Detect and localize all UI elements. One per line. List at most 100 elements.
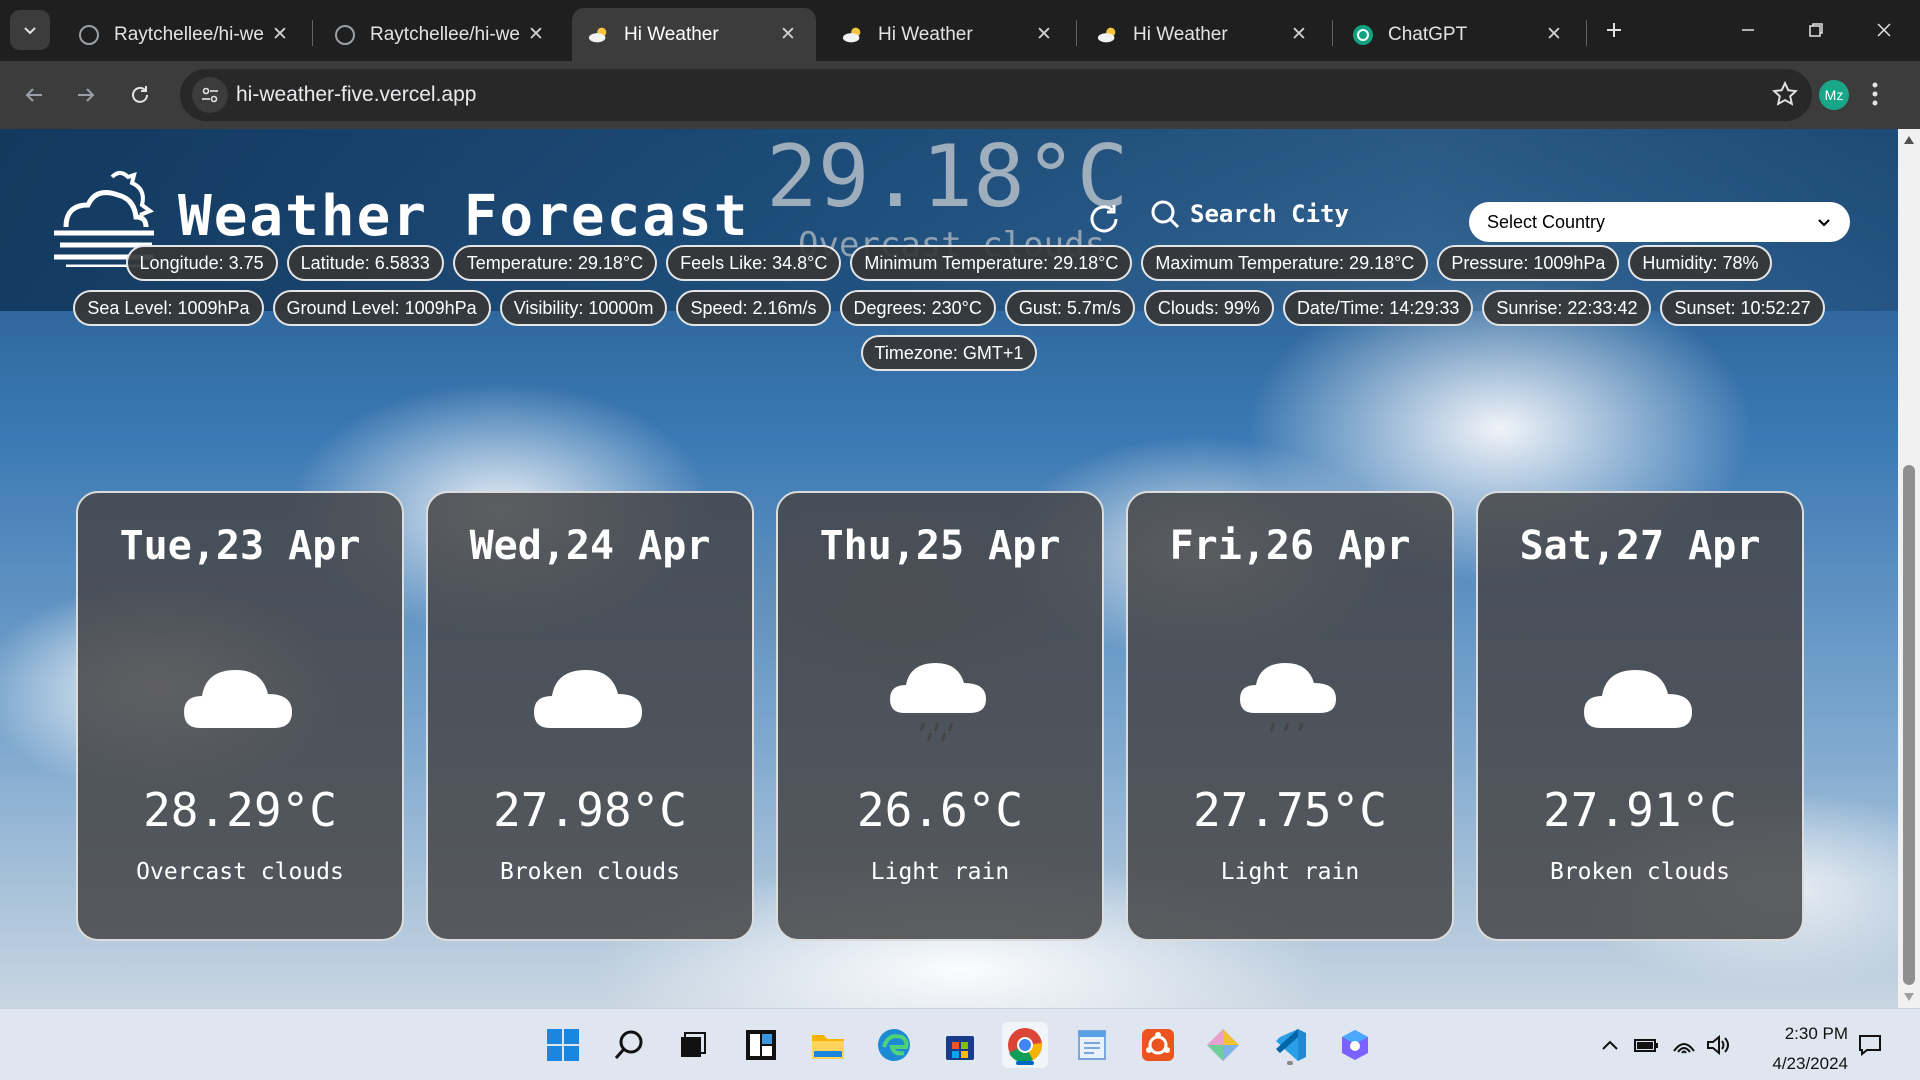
- close-icon[interactable]: ✕: [524, 23, 548, 47]
- temperature-chip: Temperature: 29.18°C: [452, 245, 658, 281]
- weather-icon: [842, 24, 864, 46]
- longitude-chip: Longitude: 3.75: [125, 245, 278, 281]
- copilot-app[interactable]: [1332, 1022, 1378, 1068]
- widgets-button[interactable]: [738, 1022, 784, 1068]
- forecast-temperature: 27.75°C: [1193, 783, 1387, 837]
- battery-icon[interactable]: [1632, 1031, 1660, 1059]
- wind-degrees-chip: Degrees: 230°C: [839, 290, 996, 326]
- tab-github-1[interactable]: Raytchellee/hi-we ✕: [62, 8, 308, 61]
- back-button[interactable]: [12, 73, 56, 117]
- close-icon: [1877, 23, 1891, 37]
- wifi-icon[interactable]: [1670, 1031, 1698, 1059]
- file-explorer-app[interactable]: [805, 1022, 851, 1068]
- details-row-2: Sea Level: 1009hPa Ground Level: 1009hPa…: [0, 290, 1898, 326]
- tab-hi-weather-3[interactable]: Hi Weather ✕: [1081, 8, 1327, 61]
- chevron-down-icon: [1818, 219, 1830, 227]
- min-temperature-chip: Minimum Temperature: 29.18°C: [850, 245, 1133, 281]
- weather-icon: [1097, 24, 1119, 46]
- browser-toolbar: hi-weather-five.vercel.app Mz: [0, 61, 1920, 129]
- new-tab-button[interactable]: [1598, 14, 1630, 46]
- sea-level-chip: Sea Level: 1009hPa: [73, 290, 264, 326]
- forecast-temperature: 27.98°C: [493, 783, 687, 837]
- details-row-1: Longitude: 3.75 Latitude: 6.5833 Tempera…: [0, 245, 1898, 281]
- cloud-icon: [1584, 670, 1692, 728]
- max-temperature-chip: Maximum Temperature: 29.18°C: [1141, 245, 1429, 281]
- reload-button[interactable]: [118, 73, 162, 117]
- clock-date: 4/23/2024: [1772, 1054, 1848, 1073]
- more-menu-icon[interactable]: [1872, 81, 1878, 107]
- tab-hi-weather-2[interactable]: Hi Weather ✕: [826, 8, 1072, 61]
- forward-button[interactable]: [64, 73, 108, 117]
- start-button[interactable]: [540, 1022, 586, 1068]
- volume-icon[interactable]: [1704, 1031, 1732, 1059]
- chrome-app[interactable]: [1002, 1022, 1048, 1068]
- vscode-app[interactable]: [1267, 1022, 1313, 1068]
- notepad-app[interactable]: [1069, 1022, 1115, 1068]
- windows-start-icon: [547, 1029, 579, 1061]
- restore-button[interactable]: [1788, 6, 1844, 54]
- close-icon[interactable]: ✕: [268, 23, 292, 47]
- forecast-date: Thu,25 Apr: [819, 523, 1061, 569]
- notification-icon[interactable]: [1856, 1031, 1884, 1059]
- tab-title: Hi Weather: [624, 23, 719, 45]
- folder-icon: [812, 1035, 844, 1059]
- close-icon[interactable]: ✕: [776, 23, 800, 47]
- github-icon: [334, 24, 356, 46]
- visibility-chip: Visibility: 10000m: [499, 290, 668, 326]
- wind-speed-chip: Speed: 2.16m/s: [676, 290, 831, 326]
- edge-app[interactable]: [871, 1022, 917, 1068]
- tab-chatgpt[interactable]: ChatGPT ✕: [1336, 8, 1582, 61]
- tab-separator: [312, 20, 313, 46]
- forecast-card: Fri,26 Apr 27.75°C Light rain: [1126, 491, 1454, 941]
- forecast-temperature: 28.29°C: [143, 783, 337, 837]
- header-banner: Weather Forecast 29.18°C Overcast clouds…: [0, 129, 1898, 311]
- tab-github-2[interactable]: Raytchellee/hi-we ✕: [318, 8, 564, 61]
- address-bar[interactable]: hi-weather-five.vercel.app: [180, 69, 1812, 121]
- bookmark-star-icon[interactable]: [1772, 81, 1798, 107]
- vscode-icon: [1276, 1029, 1306, 1061]
- refresh-icon[interactable]: [1086, 201, 1122, 237]
- ground-level-chip: Ground Level: 1009hPa: [272, 290, 491, 326]
- scroll-thumb[interactable]: [1903, 465, 1915, 985]
- scroll-up-arrow-icon[interactable]: [1898, 129, 1920, 151]
- active-app-indicator: [1016, 1061, 1034, 1065]
- github-icon: [78, 24, 100, 46]
- close-icon[interactable]: ✕: [1542, 23, 1566, 47]
- tab-search-button[interactable]: [10, 10, 50, 50]
- site-info-icon[interactable]: [192, 77, 228, 113]
- current-temperature: 29.18°C: [766, 129, 1129, 227]
- feels-like-chip: Feels Like: 34.8°C: [666, 245, 842, 281]
- page-scrollbar[interactable]: [1898, 129, 1920, 1008]
- windows-taskbar: 2:30 PM 4/23/2024: [0, 1008, 1920, 1080]
- ubuntu-app[interactable]: [1135, 1022, 1181, 1068]
- task-view-button[interactable]: [670, 1022, 716, 1068]
- taskbar-search-button[interactable]: [606, 1022, 652, 1068]
- cloud-icon: [184, 670, 292, 728]
- tab-title: Raytchellee/hi-we: [370, 23, 520, 45]
- forecast-card: Thu,25 Apr 26.6°C Light rain: [776, 491, 1104, 941]
- minimize-icon: [1742, 29, 1754, 31]
- profile-avatar[interactable]: Mz: [1819, 80, 1849, 110]
- scroll-down-arrow-icon[interactable]: [1898, 986, 1920, 1008]
- rain-cloud-icon: [1240, 663, 1336, 732]
- diamond-app-icon: [1207, 1029, 1239, 1061]
- search-city-button[interactable]: Search City: [1150, 199, 1349, 229]
- store-app[interactable]: [937, 1022, 983, 1068]
- close-icon[interactable]: ✕: [1287, 23, 1311, 47]
- minimize-button[interactable]: [1720, 6, 1776, 54]
- git-app[interactable]: [1200, 1022, 1246, 1068]
- country-select[interactable]: Select Country: [1469, 202, 1850, 242]
- system-clock[interactable]: 2:30 PM 4/23/2024: [1738, 1019, 1848, 1079]
- url-text[interactable]: hi-weather-five.vercel.app: [236, 83, 476, 107]
- pressure-chip: Pressure: 1009hPa: [1437, 245, 1620, 281]
- gust-chip: Gust: 5.7m/s: [1004, 290, 1135, 326]
- web-page: Weather Forecast 29.18°C Overcast clouds…: [0, 129, 1898, 1008]
- tab-strip: Raytchellee/hi-we ✕ Raytchellee/hi-we ✕ …: [0, 0, 1920, 61]
- tab-hi-weather-active[interactable]: Hi Weather ✕: [572, 8, 816, 61]
- chatgpt-icon: [1352, 24, 1374, 46]
- close-icon[interactable]: ✕: [1032, 23, 1056, 47]
- forecast-date: Fri,26 Apr: [1169, 523, 1411, 569]
- close-window-button[interactable]: [1856, 6, 1912, 54]
- cloud-icon: [534, 670, 642, 728]
- tray-overflow-chevron-icon[interactable]: [1596, 1031, 1624, 1059]
